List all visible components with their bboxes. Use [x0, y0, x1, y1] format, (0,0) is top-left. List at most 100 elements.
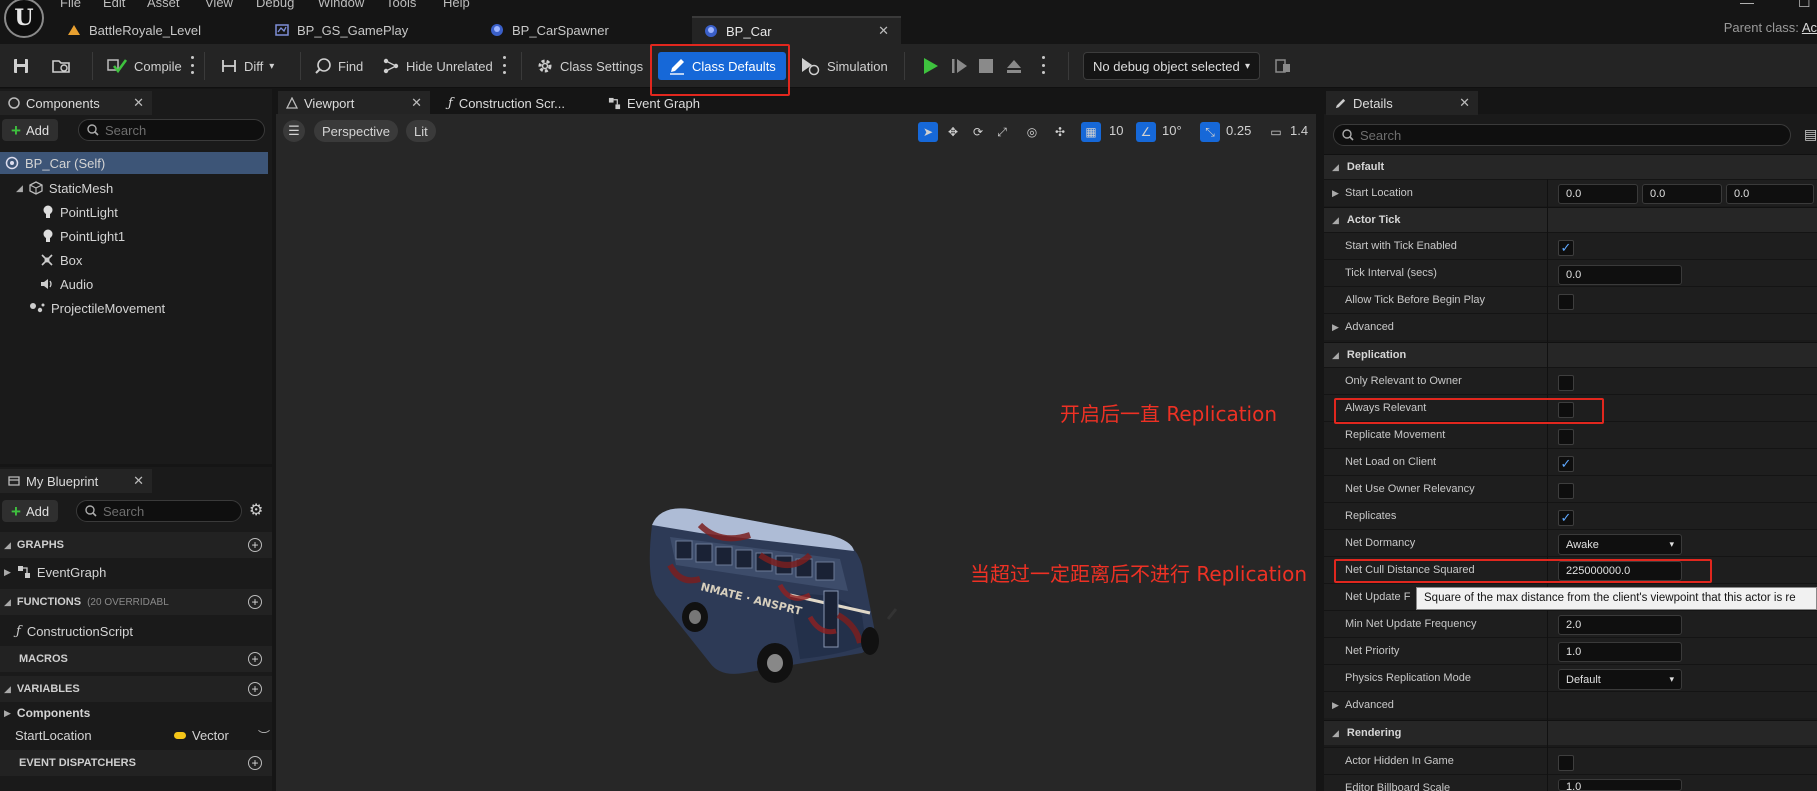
scale-icon[interactable]: ⤢: [992, 122, 1012, 142]
details-search-input[interactable]: Search: [1333, 124, 1791, 146]
hide-unrelated-button[interactable]: Hide Unrelated: [376, 52, 499, 80]
doc-tab-battleroyale-level[interactable]: BattleRoyale_Level: [55, 16, 213, 44]
play-options-icon[interactable]: [1041, 56, 1045, 74]
variable-category-components[interactable]: ▶ Components: [4, 702, 90, 724]
only-relevant-owner-checkbox[interactable]: [1558, 375, 1574, 391]
lit-button[interactable]: Lit: [406, 120, 436, 142]
rotate-icon[interactable]: ⟳: [968, 122, 988, 142]
function-item-constructionscript[interactable]: ƒ ConstructionScript: [16, 620, 133, 642]
compile-button[interactable]: Compile: [100, 52, 188, 80]
menu-view[interactable]: View: [205, 0, 233, 10]
diff-button[interactable]: Diff ▾: [214, 52, 280, 80]
close-icon[interactable]: ✕: [878, 23, 889, 39]
close-icon[interactable]: ✕: [411, 95, 422, 111]
components-search-input[interactable]: Search: [78, 119, 265, 141]
net-priority-field[interactable]: 1.0: [1558, 642, 1682, 662]
section-functions[interactable]: ◢ FUNCTIONS (20 OVERRIDABL +: [0, 589, 272, 615]
component-item-audio[interactable]: Audio: [40, 273, 93, 295]
graph-item-eventgraph[interactable]: ▶ EventGraph: [4, 561, 106, 583]
doc-tab-bp-car[interactable]: BP_Car ✕: [692, 16, 901, 44]
grid-snap-value[interactable]: 10: [1109, 123, 1123, 138]
replicate-movement-checkbox[interactable]: [1558, 429, 1574, 445]
tab-viewport[interactable]: Viewport ✕: [278, 91, 430, 115]
save-button[interactable]: [6, 52, 36, 80]
section-rendering[interactable]: ◢ Rendering: [1324, 720, 1817, 745]
variable-item-startlocation[interactable]: StartLocation Vector ︶: [15, 724, 270, 746]
maximize-icon[interactable]: ☐: [1798, 0, 1811, 11]
component-item-projectilemovement[interactable]: ProjectileMovement: [29, 297, 165, 319]
rotation-snap-value[interactable]: 10°: [1162, 123, 1182, 138]
net-use-owner-checkbox[interactable]: [1558, 483, 1574, 499]
section-variables[interactable]: ◢ VARIABLES +: [0, 676, 272, 702]
menu-debug[interactable]: Debug: [256, 0, 294, 10]
section-graphs[interactable]: ◢ GRAPHS +: [0, 532, 272, 558]
camera-speed-value[interactable]: 1.4: [1290, 123, 1308, 138]
browse-button[interactable]: [45, 52, 77, 80]
menu-edit[interactable]: Edit: [103, 0, 125, 10]
tab-components[interactable]: Components ✕: [0, 91, 152, 115]
tab-construction-script[interactable]: ƒ Construction Scr...: [440, 91, 590, 115]
expand-arrow-icon[interactable]: ▶: [4, 567, 11, 578]
scale-snap-value[interactable]: 0.25: [1226, 123, 1251, 138]
start-with-tick-checkbox[interactable]: ✓: [1558, 240, 1574, 256]
minimize-icon[interactable]: —: [1740, 0, 1754, 10]
parent-class-link[interactable]: Ac: [1802, 20, 1817, 35]
doc-tab-bp-carspawner[interactable]: BP_CarSpawner: [478, 16, 621, 44]
doc-tab-bp-gs-gameplay[interactable]: BP_GS_GamePlay: [263, 16, 420, 44]
close-icon[interactable]: ✕: [133, 473, 144, 489]
net-load-client-checkbox[interactable]: ✓: [1558, 456, 1574, 472]
close-icon[interactable]: ✕: [133, 95, 144, 111]
add-component-button[interactable]: + Add: [2, 119, 59, 141]
select-mode-icon[interactable]: ➤: [918, 122, 938, 142]
expand-arrow-icon[interactable]: ◢: [16, 183, 23, 194]
add-variable-icon[interactable]: +: [248, 682, 262, 696]
menu-file[interactable]: File: [60, 0, 81, 10]
viewport-menu-button[interactable]: ☰: [283, 120, 305, 142]
visibility-eye-icon[interactable]: ︶: [258, 727, 270, 744]
menu-window[interactable]: Window: [318, 0, 364, 10]
expand-arrow-icon[interactable]: ▶: [1332, 188, 1339, 199]
hide-unrelated-options-icon[interactable]: [502, 56, 506, 74]
find-button[interactable]: Find: [308, 52, 369, 80]
surface-snap-icon[interactable]: ✣: [1050, 122, 1070, 142]
camera-speed-icon[interactable]: ▭: [1266, 122, 1286, 142]
replicates-checkbox[interactable]: ✓: [1558, 510, 1574, 526]
component-item-pointlight[interactable]: PointLight: [42, 201, 118, 223]
grid-snap-icon[interactable]: ▦: [1081, 122, 1101, 142]
component-item-box[interactable]: Box: [40, 249, 82, 271]
add-function-icon[interactable]: +: [248, 595, 262, 609]
allow-tick-checkbox[interactable]: [1558, 294, 1574, 310]
start-location-z-field[interactable]: 0.0: [1726, 184, 1814, 204]
expand-arrow-icon[interactable]: ▶: [1332, 322, 1339, 333]
unreal-logo[interactable]: U: [4, 0, 44, 38]
close-icon[interactable]: ✕: [1459, 95, 1470, 111]
stop-button[interactable]: [971, 52, 1001, 80]
min-net-update-field[interactable]: 2.0: [1558, 615, 1682, 635]
row-advanced-tick[interactable]: ▶ Advanced: [1324, 313, 1817, 340]
eject-button[interactable]: [998, 52, 1030, 80]
add-blueprint-item-button[interactable]: + Add: [2, 500, 59, 522]
class-settings-button[interactable]: Class Settings: [530, 52, 649, 80]
add-macro-icon[interactable]: +: [248, 652, 262, 666]
start-location-y-field[interactable]: 0.0: [1642, 184, 1722, 204]
rotation-snap-icon[interactable]: ∠: [1136, 122, 1156, 142]
debug-filter-button[interactable]: [1268, 52, 1298, 80]
menu-tools[interactable]: Tools: [386, 0, 416, 10]
section-macros[interactable]: MACROS +: [0, 646, 272, 672]
compile-options-icon[interactable]: [190, 56, 194, 74]
section-default[interactable]: ◢ Default: [1324, 154, 1817, 179]
world-local-icon[interactable]: ◎: [1022, 122, 1042, 142]
section-event-dispatchers[interactable]: EVENT DISPATCHERS +: [0, 750, 272, 776]
simulation-button[interactable]: Simulation: [793, 52, 894, 80]
component-item-self[interactable]: BP_Car (Self): [0, 152, 268, 174]
component-item-pointlight1[interactable]: PointLight1: [42, 225, 125, 247]
net-dormancy-select[interactable]: Awake ▾: [1558, 534, 1682, 555]
billboard-scale-field[interactable]: 1.0: [1558, 779, 1682, 791]
row-advanced-replication[interactable]: ▶ Advanced: [1324, 691, 1817, 718]
debug-object-select[interactable]: No debug object selected ▾: [1083, 52, 1260, 80]
physics-rep-mode-select[interactable]: Default ▾: [1558, 669, 1682, 690]
section-actor-tick[interactable]: ◢ Actor Tick: [1324, 207, 1817, 232]
scale-snap-icon[interactable]: ⤡: [1200, 122, 1220, 142]
section-replication[interactable]: ◢ Replication: [1324, 342, 1817, 367]
play-button[interactable]: [914, 52, 946, 80]
